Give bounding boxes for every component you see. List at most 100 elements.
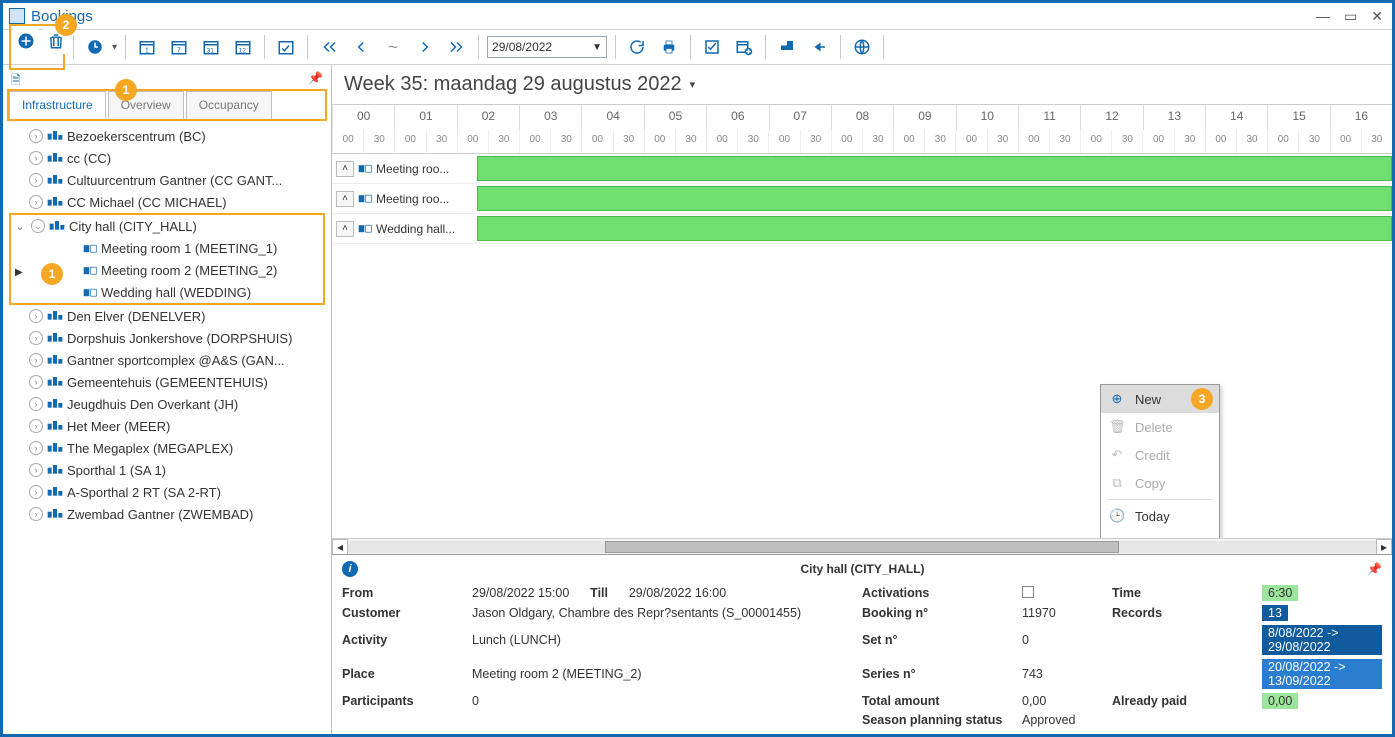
tree-item-cityhall[interactable]: ⌄ ⌄ City hall (CITY_HALL) (11, 215, 323, 237)
ctx-new[interactable]: ⊕ New 3 (1101, 385, 1219, 413)
nav-today-button[interactable]: ~ (380, 34, 406, 60)
clock-button[interactable] (82, 34, 108, 60)
availability-bar[interactable] (477, 156, 1392, 181)
tree-item[interactable]: ›Gemeentehuis (GEMEENTEHUIS) (9, 371, 325, 393)
expander-circle-icon[interactable]: › (29, 195, 43, 209)
row-label: Meeting roo... (376, 192, 472, 206)
refresh-button[interactable] (624, 34, 650, 60)
tree-label: cc (CC) (67, 151, 111, 166)
tree-subitem[interactable]: Wedding hall (WEDDING) (59, 281, 323, 303)
facility-icon (47, 441, 63, 456)
cal12-button[interactable]: 12 (230, 34, 256, 60)
expander-circle-icon[interactable]: ⌄ (31, 219, 45, 233)
tree-item[interactable]: ›Bezoekerscentrum (BC) (9, 125, 325, 147)
print-button[interactable] (656, 34, 682, 60)
val-activity: Lunch (LUNCH) (472, 633, 852, 647)
flag-button[interactable] (774, 34, 800, 60)
horizontal-scrollbar[interactable]: ◂ ▸ (332, 538, 1392, 554)
tree-item[interactable]: ›The Megaplex (MEGAPLEX) (9, 437, 325, 459)
tree-item[interactable]: ›Cultuurcentrum Gantner (CC GANT... (9, 169, 325, 191)
tree-item[interactable]: ›Het Meer (MEER) (9, 415, 325, 437)
halfhour-cell: 30 (800, 130, 831, 154)
cal-check-button[interactable] (273, 34, 299, 60)
ctx-refresh[interactable]: ⟳ Refresh (1101, 530, 1219, 538)
maximize-button[interactable]: ▭ (1341, 8, 1360, 25)
check-button[interactable] (699, 34, 725, 60)
week-title: Week 35: maandag 29 augustus 2022 ▾ (332, 65, 1392, 104)
val-customer: Jason Oldgary, Chambre des Repr?sentants… (472, 606, 852, 620)
tree-subitem[interactable]: Meeting room 2 (MEETING_2) (59, 259, 323, 281)
expander-circle-icon[interactable]: › (29, 485, 43, 499)
expander-circle-icon[interactable]: › (29, 375, 43, 389)
tree-label: City hall (CITY_HALL) (69, 219, 197, 234)
close-button[interactable]: ✕ (1368, 8, 1386, 25)
facilities-tree: ›Bezoekerscentrum (BC)›cc (CC)›Cultuurce… (7, 121, 327, 730)
expander-circle-icon[interactable]: › (29, 151, 43, 165)
tree-item[interactable]: ›Sporthal 1 (SA 1) (9, 459, 325, 481)
expander-circle-icon[interactable]: › (29, 441, 43, 455)
date-dropdown-arrow-icon[interactable]: ▼ (592, 42, 602, 53)
tree-item[interactable]: ›Jeugdhuis Den Overkant (JH) (9, 393, 325, 415)
lbl-time: Time (1112, 586, 1252, 600)
nav-next-button[interactable] (412, 34, 438, 60)
expander-circle-icon[interactable]: › (29, 397, 43, 411)
nav-prev-button[interactable] (348, 34, 374, 60)
tree-item[interactable]: › cc (CC) (9, 147, 325, 169)
tab-infrastructure[interactable]: Infrastructure (9, 91, 106, 119)
details-pin-button[interactable]: 📌 (1367, 562, 1382, 576)
cal7-button[interactable]: 7 (166, 34, 192, 60)
availability-bar[interactable] (477, 216, 1392, 241)
room-icon (83, 285, 97, 300)
tree-item[interactable]: ›Den Elver (DENELVER) (9, 305, 325, 327)
expander-circle-icon[interactable]: › (29, 507, 43, 521)
tree-item[interactable]: ›Gantner sportcomplex @A&S (GAN... (9, 349, 325, 371)
week-dropdown-icon[interactable]: ▾ (690, 78, 696, 91)
facility-icon (47, 419, 63, 434)
tree-item[interactable]: ›Zwembad Gantner (ZWEMBAD) (9, 503, 325, 525)
hour-cell: 15 (1267, 105, 1329, 130)
cal31-button[interactable]: 31 (198, 34, 224, 60)
ctx-today[interactable]: 🕒 Today (1101, 502, 1219, 530)
dropdown-arrow-icon[interactable]: ▾ (112, 42, 117, 53)
tree-item[interactable]: ›Dorpshuis Jonkershove (DORPSHUIS) (9, 327, 325, 349)
row-collapse-button[interactable]: ˄ (336, 221, 354, 237)
doc-icon[interactable]: 🗎 (11, 71, 21, 87)
scroll-left-button[interactable]: ◂ (332, 539, 348, 555)
schedule-row[interactable]: ˄Meeting roo... (332, 154, 1392, 184)
expander-circle-icon[interactable]: › (29, 419, 43, 433)
expander-circle-icon[interactable]: › (29, 463, 43, 477)
cal-plus-button[interactable] (731, 34, 757, 60)
lbl-participants: Participants (342, 694, 462, 708)
globe-button[interactable] (849, 34, 875, 60)
row-collapse-button[interactable]: ˄ (336, 161, 354, 177)
nav-last-button[interactable] (444, 34, 470, 60)
back-arrow-button[interactable] (806, 34, 832, 60)
right-panel: Week 35: maandag 29 augustus 2022 ▾ 0001… (332, 65, 1392, 734)
row-collapse-button[interactable]: ˄ (336, 191, 354, 207)
expander-circle-icon[interactable]: › (29, 309, 43, 323)
scroll-track[interactable] (348, 541, 1376, 553)
expander-circle-icon[interactable]: › (29, 353, 43, 367)
schedule-row[interactable]: ˄Wedding hall... (332, 214, 1392, 244)
tree-item[interactable]: ›CC Michael (CC MICHAEL) (9, 191, 325, 213)
scroll-thumb[interactable] (605, 541, 1119, 553)
expander-circle-icon[interactable]: › (29, 129, 43, 143)
nav-first-button[interactable] (316, 34, 342, 60)
cal1-button[interactable]: 1 (134, 34, 160, 60)
tab-occupancy[interactable]: Occupancy (186, 91, 272, 119)
tree-item[interactable]: ›A-Sporthal 2 RT (SA 2-RT) (9, 481, 325, 503)
activation-checkbox[interactable] (1022, 586, 1034, 598)
pin-button[interactable]: 📌 (308, 71, 323, 87)
tree-subitem[interactable]: Meeting room 1 (MEETING_1) (59, 237, 323, 259)
date-selector[interactable]: 29/08/2022 ▼ (487, 36, 607, 58)
expander-circle-icon[interactable]: › (29, 331, 43, 345)
scroll-right-button[interactable]: ▸ (1376, 539, 1392, 555)
expander-circle-icon[interactable]: › (29, 173, 43, 187)
availability-bar[interactable] (477, 186, 1392, 211)
schedule-row[interactable]: ˄ Meeting roo... (332, 184, 1392, 214)
halfhour-cell: 30 (924, 130, 955, 154)
minimize-button[interactable]: — (1313, 8, 1333, 24)
collapse-icon[interactable]: ⌄ (13, 220, 27, 233)
schedule-area[interactable]: ˄Meeting roo...˄Meeting roo...˄Wedding h… (332, 154, 1392, 538)
add-button[interactable] (13, 28, 39, 54)
